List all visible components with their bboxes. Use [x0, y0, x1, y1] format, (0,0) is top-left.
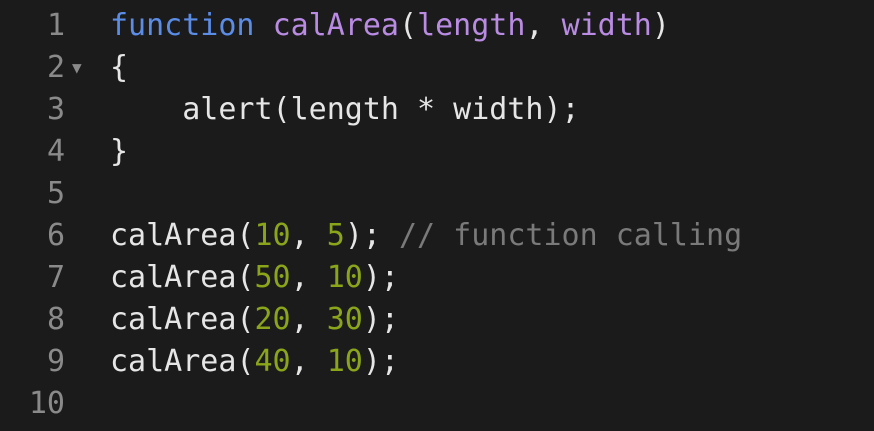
code-token: ); [344, 218, 399, 253]
code-token: ); [362, 344, 399, 379]
fold-toggle-icon[interactable]: ▼ [72, 47, 82, 89]
code-text: calArea(10, 5); // function calling [110, 215, 742, 257]
code-line[interactable]: 8 calArea(20, 30); [0, 299, 874, 341]
line-number: 1 [46, 8, 65, 43]
code-line[interactable]: 1 function calArea(length, width) [0, 5, 874, 47]
code-token: 20 [254, 302, 291, 337]
code-token: function [110, 8, 255, 43]
line-number: 2 [46, 50, 65, 85]
code-line[interactable]: 7 calArea(50, 10); [0, 257, 874, 299]
code-token: 10 [326, 260, 363, 295]
code-token: , [290, 260, 327, 295]
code-token: 10 [254, 218, 291, 253]
line-number: 8 [46, 302, 65, 337]
code-text: calArea(40, 10); [110, 341, 399, 383]
code-text: calArea(50, 10); [110, 257, 399, 299]
line-number: 4 [46, 134, 65, 169]
code-text: function calArea(length, width) [110, 5, 670, 47]
code-token: , [290, 344, 327, 379]
line-number: 3 [46, 92, 65, 127]
line-number: 7 [46, 260, 65, 295]
code-token: 30 [326, 302, 363, 337]
code-token: // function calling [399, 218, 743, 253]
code-line[interactable]: 4} [0, 131, 874, 173]
code-token: , [290, 218, 327, 253]
code-token: calArea( [110, 218, 255, 253]
code-token: 5 [326, 218, 345, 253]
line-number: 6 [46, 218, 65, 253]
code-text: alert(length * width); [110, 89, 580, 131]
code-text: } [110, 131, 128, 173]
code-token: , [525, 8, 562, 43]
code-line[interactable]: 6 calArea(10, 5); // function calling [0, 215, 874, 257]
code-token: ); [362, 260, 399, 295]
line-number: 9 [46, 344, 65, 379]
code-token: ); [362, 302, 399, 337]
code-text: { [110, 47, 128, 89]
code-token: 40 [254, 344, 291, 379]
code-token: ) [651, 8, 670, 43]
code-token: calArea [272, 8, 399, 43]
code-token: 50 [254, 260, 291, 295]
code-token: calArea( [110, 302, 255, 337]
code-token: calArea( [110, 260, 255, 295]
code-token: 10 [326, 344, 363, 379]
line-number: 5 [46, 176, 65, 211]
code-line[interactable]: 5 [0, 173, 874, 215]
code-line[interactable]: 9 calArea(40, 10); [0, 341, 874, 383]
code-token: } [110, 134, 129, 169]
code-text: calArea(20, 30); [110, 299, 399, 341]
code-token: ( [399, 8, 418, 43]
line-number: 10 [28, 386, 65, 421]
code-token: length [417, 8, 526, 43]
code-line[interactable]: 2 ▼ { [0, 47, 874, 89]
code-token: width [561, 8, 652, 43]
code-token: alert(length * width); [110, 92, 580, 127]
code-line[interactable]: 3 alert(length * width); [0, 89, 874, 131]
code-editor[interactable]: 1 function calArea(length, width) 2 ▼{3 ale… [0, 0, 874, 431]
code-token: , [290, 302, 327, 337]
code-line[interactable]: 10 [0, 383, 874, 425]
code-token: calArea( [110, 344, 255, 379]
code-token: { [110, 50, 129, 85]
